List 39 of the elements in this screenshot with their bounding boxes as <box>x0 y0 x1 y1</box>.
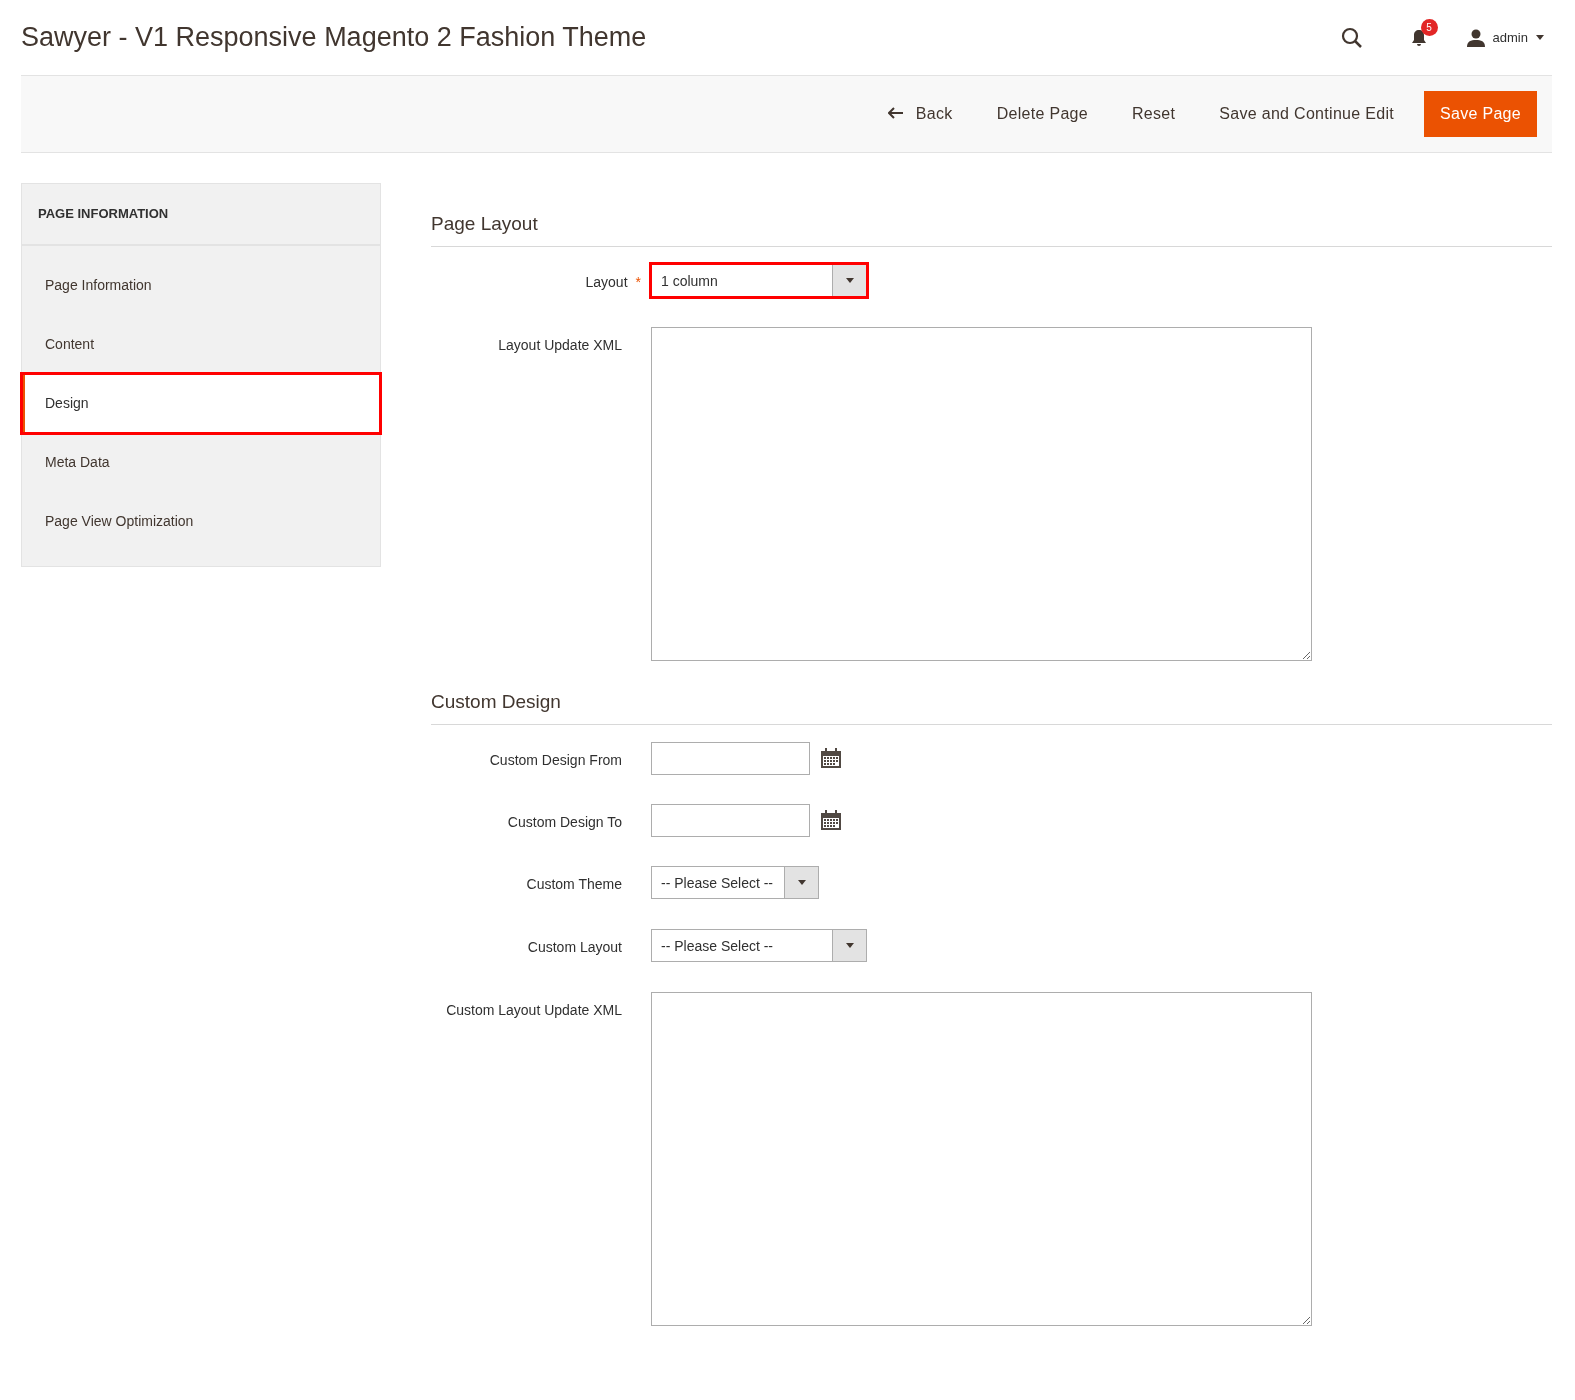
field-label: Custom Design To <box>507 813 622 830</box>
section-title: Page Layout <box>431 213 1552 247</box>
calendar-icon[interactable] <box>820 809 842 831</box>
action-button[interactable]: Delete Page <box>974 92 1110 136</box>
field-label: Custom Layout Update XML <box>446 1001 622 1018</box>
date-field[interactable] <box>651 803 810 837</box>
calendar-icon[interactable] <box>820 747 842 769</box>
notification-count: 5 <box>1420 19 1438 36</box>
field-label: Layout <box>585 273 628 290</box>
action-button[interactable]: Save and Continue Edit <box>1197 92 1416 136</box>
user-menu[interactable]: admin <box>1466 27 1544 48</box>
date-field[interactable] <box>651 741 810 775</box>
required-mark: * <box>635 273 641 290</box>
sidebar-item[interactable]: Page View Optimization <box>22 491 380 551</box>
field-label: Layout Update XML <box>498 336 622 353</box>
select-field[interactable]: -- Please Select -- <box>651 928 867 962</box>
back-button[interactable]: Back <box>865 92 975 136</box>
caret-icon <box>1536 35 1544 40</box>
user-icon <box>1466 28 1485 47</box>
field-label: Custom Theme <box>526 875 622 892</box>
caret-icon <box>797 879 806 885</box>
sidebar-item[interactable]: Content <box>22 314 380 374</box>
select-field[interactable]: 1 column <box>651 263 867 297</box>
action-button[interactable]: Reset <box>1110 92 1198 136</box>
sidebar-item[interactable]: Meta Data <box>22 432 380 492</box>
section-title: Custom Design <box>431 690 1552 725</box>
caret-icon <box>845 942 854 948</box>
sidebar-item[interactable]: Design <box>22 373 380 433</box>
sidebar-title: PAGE INFORMATION <box>22 184 380 246</box>
sidebar-item[interactable]: Page Information <box>22 255 380 315</box>
caret-icon <box>845 277 854 283</box>
action-button[interactable]: Save Page <box>1424 91 1537 137</box>
page-title: Sawyer - V1 Responsive Magento 2 Fashion Theme <box>21 21 647 54</box>
select-field[interactable]: -- Please Select -- <box>651 865 819 899</box>
search-icon[interactable] <box>1340 26 1363 49</box>
field-label: Custom Layout <box>527 938 622 955</box>
field-label: Custom Design From <box>489 751 622 768</box>
arrow-left-icon <box>887 107 904 119</box>
bell-icon[interactable] <box>1410 29 1427 48</box>
